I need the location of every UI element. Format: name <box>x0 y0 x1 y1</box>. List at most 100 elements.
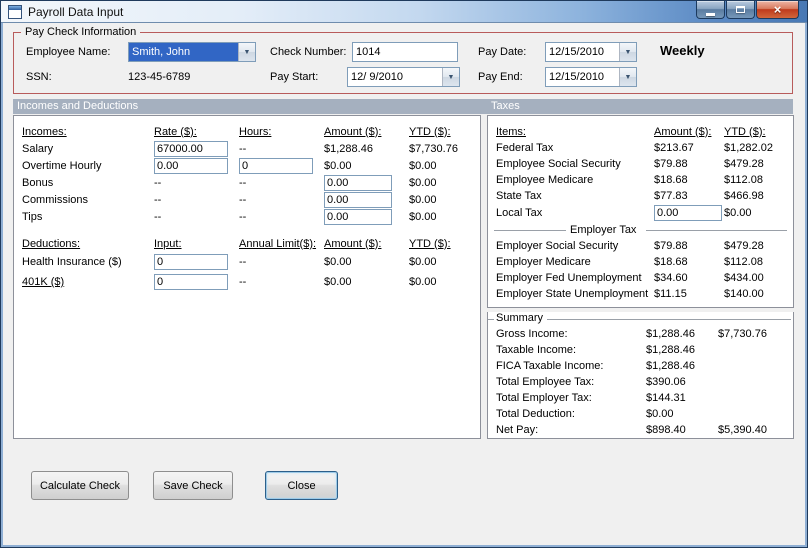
close-button[interactable]: Close <box>265 471 338 500</box>
pay-start-value: 12/ 9/2010 <box>351 71 403 83</box>
tax-amount: $213.67 <box>654 142 694 154</box>
tax-label: Employee Medicare <box>496 174 594 186</box>
summary-label: Total Employee Tax: <box>496 376 595 388</box>
tips-rate: -- <box>154 210 162 223</box>
tips-hours: -- <box>239 210 247 223</box>
tax-row-local: Local Tax $0.00 <box>488 204 793 222</box>
tax-row: Employee Social Security $79.88 $479.28 <box>488 156 793 172</box>
tax-row: Employee Medicare $18.68 $112.08 <box>488 172 793 188</box>
summary-label: Total Deduction: <box>496 408 575 420</box>
summary-ytd: $5,390.40 <box>718 424 767 436</box>
tax-amount: $18.68 <box>654 256 688 268</box>
pay-start-picker[interactable]: 12/ 9/2010 ▼ <box>347 67 460 87</box>
health-insurance-input[interactable] <box>154 254 228 270</box>
tax-ytd: $112.08 <box>724 174 763 186</box>
income-row-commissions: Commissions -- -- $0.00 <box>14 191 480 208</box>
pay-end-value: 12/15/2010 <box>549 71 605 83</box>
k401-input[interactable] <box>154 274 228 290</box>
summary-row: Gross Income: $1,288.46 $7,730.76 <box>488 326 793 342</box>
col-header-items: Items: <box>496 125 526 138</box>
summary-row-net-pay: Net Pay: $898.40 $5,390.40 <box>488 422 793 438</box>
bonus-rate: -- <box>154 176 162 189</box>
pay-date-picker[interactable]: 12/15/2010 ▼ <box>545 42 637 62</box>
tax-label: Federal Tax <box>496 142 554 154</box>
incomes-deductions-panel: Incomes: Rate ($): Hours: Amount ($): YT… <box>13 115 481 439</box>
tax-ytd: $434.00 <box>724 272 764 284</box>
tax-label: Employer Social Security <box>496 240 619 252</box>
tax-ytd: $112.08 <box>724 256 763 268</box>
summary-label: Gross Income: <box>496 328 568 340</box>
summary-amount: $1,288.46 <box>646 328 695 340</box>
summary-label: FICA Taxable Income: <box>496 360 604 372</box>
app-icon <box>8 5 22 19</box>
overtime-rate-input[interactable] <box>154 157 228 174</box>
tax-ytd: $140.00 <box>724 288 764 300</box>
salary-ytd: $7,730.76 <box>409 142 458 155</box>
summary-amount: $144.31 <box>646 392 686 404</box>
chevron-down-icon: ▼ <box>243 48 251 56</box>
summary-label: Net Pay: <box>496 424 539 436</box>
summary-amount: $1,288.46 <box>646 360 695 372</box>
col-header-annual-limit: Annual Limit($): <box>239 237 317 250</box>
col-header-amount: Amount ($): <box>324 237 382 250</box>
pay-end-picker[interactable]: 12/15/2010 ▼ <box>545 67 637 87</box>
paycheck-group-title: Pay Check Information <box>21 26 141 38</box>
col-header-rate: Rate ($): <box>154 125 197 138</box>
minimize-button[interactable] <box>696 1 725 19</box>
deduction-row-401k: 401K ($) -- $0.00 $0.00 <box>14 272 480 292</box>
tax-amount: $79.88 <box>654 158 688 170</box>
row-label: Salary <box>22 142 54 155</box>
k401-limit: -- <box>239 276 247 288</box>
salary-amount: $1,288.46 <box>324 142 373 155</box>
tax-ytd: $1,282.02 <box>724 142 773 154</box>
tax-row: Employer Social Security $79.88 $479.28 <box>488 238 793 254</box>
chevron-down-icon: ▼ <box>447 73 455 81</box>
tax-ytd: $0.00 <box>724 207 752 219</box>
pay-end-dropdown-button[interactable]: ▼ <box>619 68 636 86</box>
income-row-overtime: Overtime Hourly $0.00 $0.00 <box>14 157 480 174</box>
maximize-button[interactable] <box>726 1 755 19</box>
income-row-bonus: Bonus -- -- $0.00 <box>14 174 480 191</box>
col-header-hours: Hours: <box>239 125 272 138</box>
summary-amount: $1,288.46 <box>646 344 695 356</box>
minimize-icon <box>706 12 715 16</box>
row-label: Overtime Hourly <box>22 159 102 172</box>
income-row-salary: Salary -- $1,288.46 $7,730.76 <box>14 140 480 157</box>
row-label: Health Insurance ($) <box>22 256 122 268</box>
pay-date-dropdown-button[interactable]: ▼ <box>619 43 636 61</box>
summary-row: Taxable Income: $1,288.46 <box>488 342 793 358</box>
calculate-check-button[interactable]: Calculate Check <box>31 471 129 500</box>
commissions-ytd: $0.00 <box>409 193 437 206</box>
row-label-401k-link[interactable]: 401K ($) <box>22 276 154 288</box>
employee-name-dropdown-button[interactable]: ▼ <box>238 43 255 61</box>
deductions-column-headers: Deductions: Input: Annual Limit($): Amou… <box>14 235 480 252</box>
tax-label: Local Tax <box>496 207 543 219</box>
local-tax-input[interactable] <box>654 205 722 221</box>
ssn-value: 123-45-6789 <box>128 71 191 83</box>
overtime-hours-input[interactable] <box>239 157 313 174</box>
maximize-icon <box>736 6 745 13</box>
tax-amount: $34.60 <box>654 272 688 284</box>
window-close-button[interactable]: × <box>756 1 799 19</box>
tax-label: Employer Medicare <box>496 256 591 268</box>
check-number-input[interactable] <box>352 42 458 62</box>
bonus-ytd: $0.00 <box>409 176 437 189</box>
commissions-amount-input[interactable] <box>324 191 392 208</box>
summary-group-title: Summary <box>496 312 544 324</box>
titlebar[interactable]: Payroll Data Input × <box>1 1 807 23</box>
pay-start-dropdown-button[interactable]: ▼ <box>442 68 459 86</box>
pay-frequency-label: Weekly <box>660 43 705 58</box>
summary-ytd: $7,730.76 <box>718 328 767 340</box>
summary-amount: $0.00 <box>646 408 674 420</box>
tax-amount: $79.88 <box>654 240 688 252</box>
bonus-amount-input[interactable] <box>324 174 392 191</box>
check-number-label: Check Number: <box>270 46 347 58</box>
payroll-window: Payroll Data Input × Pay Check Informati… <box>0 0 808 548</box>
row-label: Bonus <box>22 176 54 189</box>
employee-name-select[interactable]: Smith, John ▼ <box>128 42 256 62</box>
tips-amount-input[interactable] <box>324 208 392 225</box>
salary-rate-input[interactable] <box>154 140 228 157</box>
col-header-deductions: Deductions: <box>22 237 81 250</box>
save-check-button[interactable]: Save Check <box>153 471 233 500</box>
tax-label: Employee Social Security <box>496 158 621 170</box>
